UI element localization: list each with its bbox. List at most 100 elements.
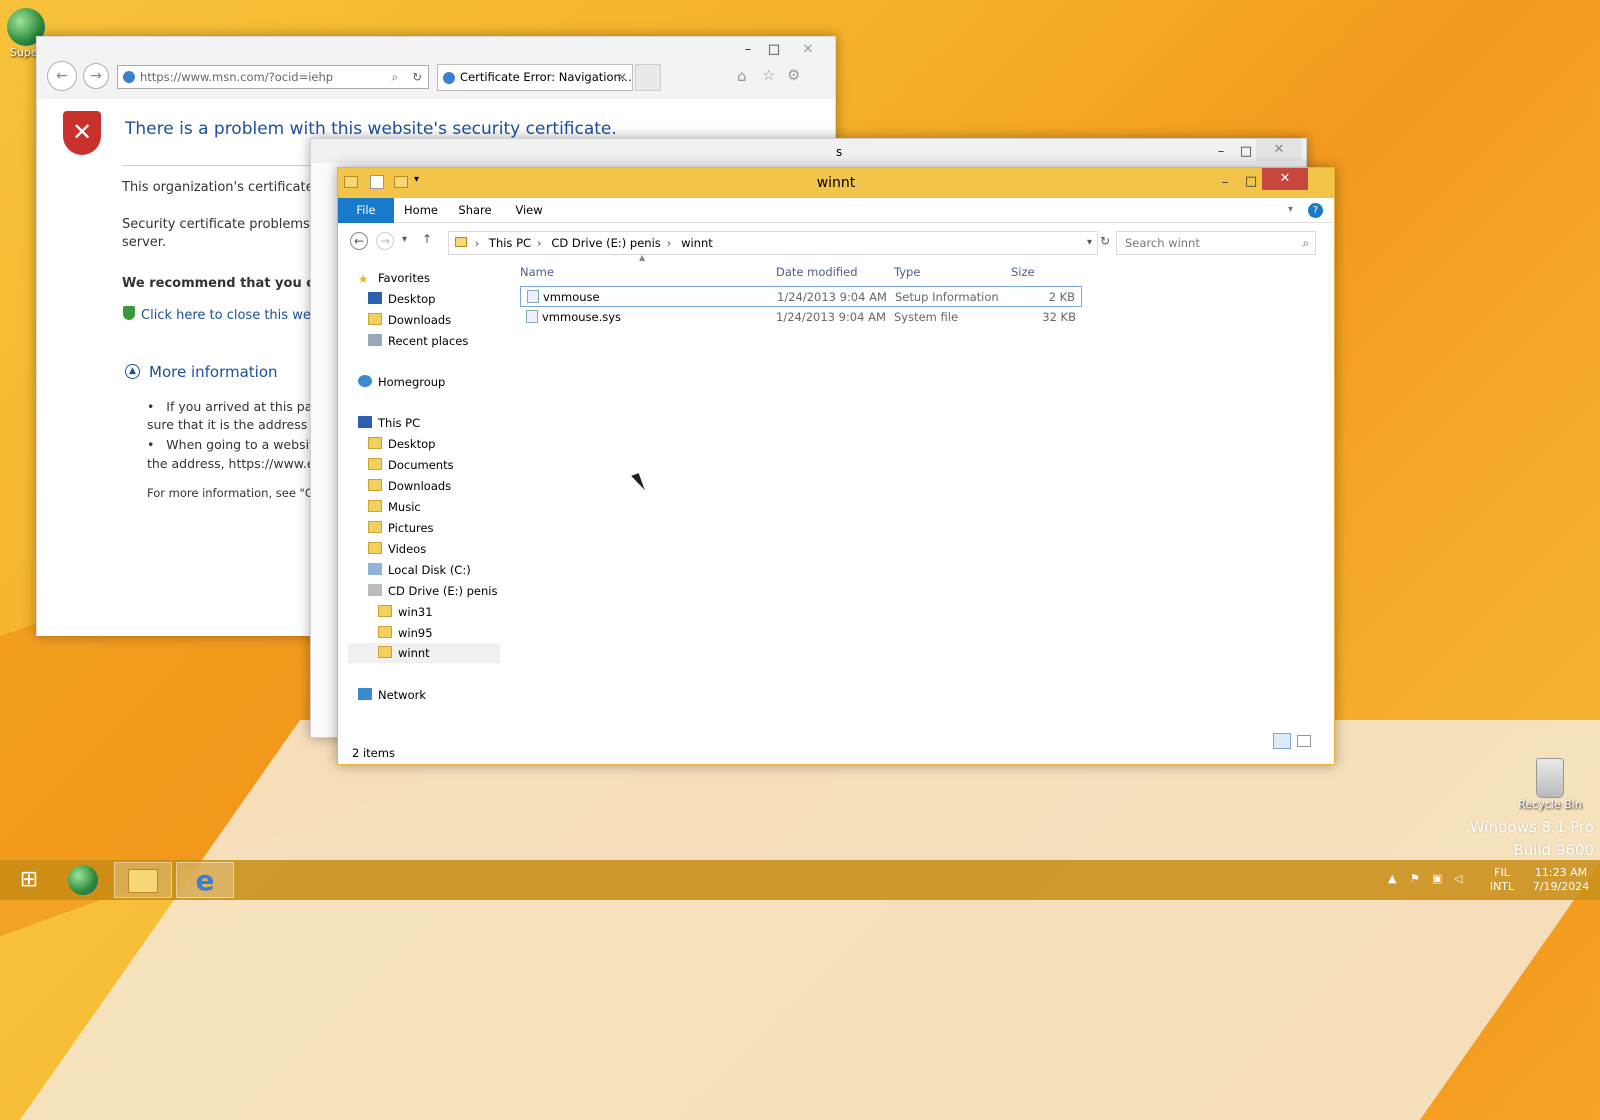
tab-view[interactable]: View [506, 198, 552, 223]
nav-label: Documents [388, 458, 454, 472]
column-size[interactable]: Size [1011, 260, 1035, 284]
show-hidden-icons[interactable]: ▲ [1388, 872, 1396, 886]
nav-homegroup[interactable]: Homegroup [358, 372, 445, 392]
gear-icon[interactable]: ⚙ [787, 66, 800, 84]
nav-label: Local Disk (C:) [388, 563, 471, 577]
nav-label: Desktop [388, 437, 436, 451]
watermark-build: Build 9600 [1513, 841, 1594, 859]
back-button[interactable]: ← [47, 61, 77, 91]
navigation-pane: ★ Favorites Desktop Downloads Recent plac… [338, 260, 506, 743]
large-icons-view-icon[interactable] [1297, 735, 1311, 747]
folder-icon [378, 646, 392, 658]
breadcrumb[interactable]: › This PC › CD Drive (E:) penis › winnt ▾ [448, 231, 1098, 255]
column-name[interactable]: Name [520, 260, 554, 284]
input-language[interactable]: FIL INTL [1484, 866, 1520, 894]
close-button[interactable]: ✕ [1256, 139, 1302, 161]
search-icon[interactable]: ⌕ [1303, 232, 1309, 254]
refresh-icon[interactable]: ↻ [1100, 234, 1110, 248]
status-item-count: 2 items [352, 746, 395, 760]
sort-up-icon: ▲ [639, 253, 646, 262]
nav-fav-desktop[interactable]: Desktop [368, 289, 435, 309]
file-row[interactable]: vmmouse.sys 1/24/2013 9:04 AM System fil… [520, 307, 1082, 328]
recent-dropdown-icon[interactable]: ▾ [402, 234, 407, 245]
nav-fav-downloads[interactable]: Downloads [368, 310, 451, 330]
nav-pc-videos[interactable]: Videos [368, 539, 426, 559]
more-info-toggle[interactable]: More information [149, 363, 278, 381]
tab-file[interactable]: File [338, 198, 394, 223]
nav-cd-winnt[interactable]: winnt [348, 643, 500, 663]
clock[interactable]: 11:23 AM 7/19/2024 [1528, 866, 1594, 894]
nav-pc-local-disk[interactable]: Local Disk (C:) [368, 560, 471, 580]
address-bar[interactable]: https://www.msn.com/?ocid=iehp ⌕ ↻ [117, 65, 429, 89]
nav-pc-desktop[interactable]: Desktop [368, 434, 435, 454]
nav-network[interactable]: Network [358, 685, 426, 705]
window-title: s [836, 145, 843, 159]
page-icon [443, 72, 455, 84]
tab-share[interactable]: Share [452, 198, 498, 223]
tab-title: Certificate Error: Navigation... [460, 70, 632, 84]
action-center-flag-icon[interactable]: ⚑ [1410, 872, 1420, 886]
nav-thispc[interactable]: This PC [358, 413, 420, 433]
nav-label: winnt [398, 646, 430, 660]
nav-label: Desktop [388, 292, 436, 306]
up-icon[interactable]: ↑ [422, 232, 432, 246]
close-button[interactable]: ✕ [1262, 168, 1308, 190]
network-status-icon[interactable]: ▣ [1432, 872, 1442, 886]
refresh-icon[interactable]: ↻ [412, 66, 422, 88]
recent-places-icon [368, 334, 382, 346]
downloads-folder-icon [368, 313, 382, 325]
nav-pc-documents[interactable]: Documents [368, 455, 454, 475]
nav-label: Network [378, 688, 427, 702]
column-date[interactable]: Date modified [776, 260, 858, 284]
taskbar-app-globe[interactable] [54, 862, 112, 898]
breadcrumb-item[interactable]: CD Drive (E:) penis [551, 236, 660, 250]
search-input[interactable]: Search winnt ⌕ [1116, 231, 1316, 255]
nav-pc-cd-drive[interactable]: CD Drive (E:) penis [368, 581, 497, 601]
taskbar-app-explorer[interactable] [114, 862, 172, 898]
nav-cd-win31[interactable]: win31 [378, 602, 433, 622]
breadcrumb-item[interactable]: This PC [489, 236, 531, 250]
bullet-text: the address, https://www.exar [147, 456, 335, 471]
folder-icon [368, 500, 382, 512]
watermark-edition: Windows 8.1 Pro [1469, 818, 1594, 836]
help-icon[interactable]: ? [1308, 203, 1323, 218]
para-certificate: This organization's certificate has [122, 180, 341, 195]
nav-fav-recent[interactable]: Recent places [368, 331, 468, 351]
speaker-muted-icon[interactable]: ◁ [1454, 872, 1462, 886]
tab-home[interactable]: Home [398, 198, 444, 223]
favorites-star-icon[interactable]: ☆ [762, 66, 775, 84]
start-button[interactable]: ⊞ [0, 862, 58, 898]
desktop-icon-label: Recycle Bin [1518, 798, 1582, 811]
address-dropdown-icon[interactable]: ▾ [1087, 232, 1092, 254]
desktop-icon-recycle-bin[interactable]: Recycle Bin [1510, 758, 1590, 811]
search-icon[interactable]: ⌕ [392, 66, 398, 88]
desktop-icon [368, 292, 382, 304]
nav-pc-music[interactable]: Music [368, 497, 421, 517]
home-icon[interactable]: ⌂ [737, 67, 747, 85]
details-view-icon[interactable] [1273, 733, 1291, 749]
star-icon: ★ [358, 272, 369, 286]
back-icon[interactable]: ← [350, 232, 368, 250]
clock-date: 7/19/2024 [1532, 880, 1590, 893]
tab-certificate-error[interactable]: Certificate Error: Navigation... ✕ [437, 64, 633, 91]
forward-icon[interactable]: → [376, 232, 394, 250]
breadcrumb-item[interactable]: winnt [681, 236, 713, 250]
nav-pc-downloads[interactable]: Downloads [368, 476, 451, 496]
taskbar-app-ie[interactable]: e [176, 862, 234, 898]
file-row[interactable]: vmmouse 1/24/2013 9:04 AM Setup Informat… [520, 286, 1082, 307]
new-tab-button[interactable] [635, 64, 661, 91]
collapse-icon[interactable]: ▲ [125, 364, 140, 379]
mouse-cursor-icon [631, 473, 645, 493]
nav-label: Pictures [388, 521, 434, 535]
nav-pc-pictures[interactable]: Pictures [368, 518, 434, 538]
expand-ribbon-icon[interactable]: ▾ [1288, 204, 1293, 215]
nav-favorites[interactable]: ★ Favorites [358, 268, 430, 288]
close-button[interactable]: ✕ [785, 39, 831, 61]
wallpaper-shape [19, 720, 1600, 1120]
close-tab-icon[interactable]: ✕ [617, 65, 627, 90]
forward-button[interactable]: → [83, 63, 109, 89]
folder-icon [378, 605, 392, 617]
nav-cd-win95[interactable]: win95 [378, 623, 433, 643]
column-type[interactable]: Type [894, 260, 920, 284]
folder-icon [368, 479, 382, 491]
